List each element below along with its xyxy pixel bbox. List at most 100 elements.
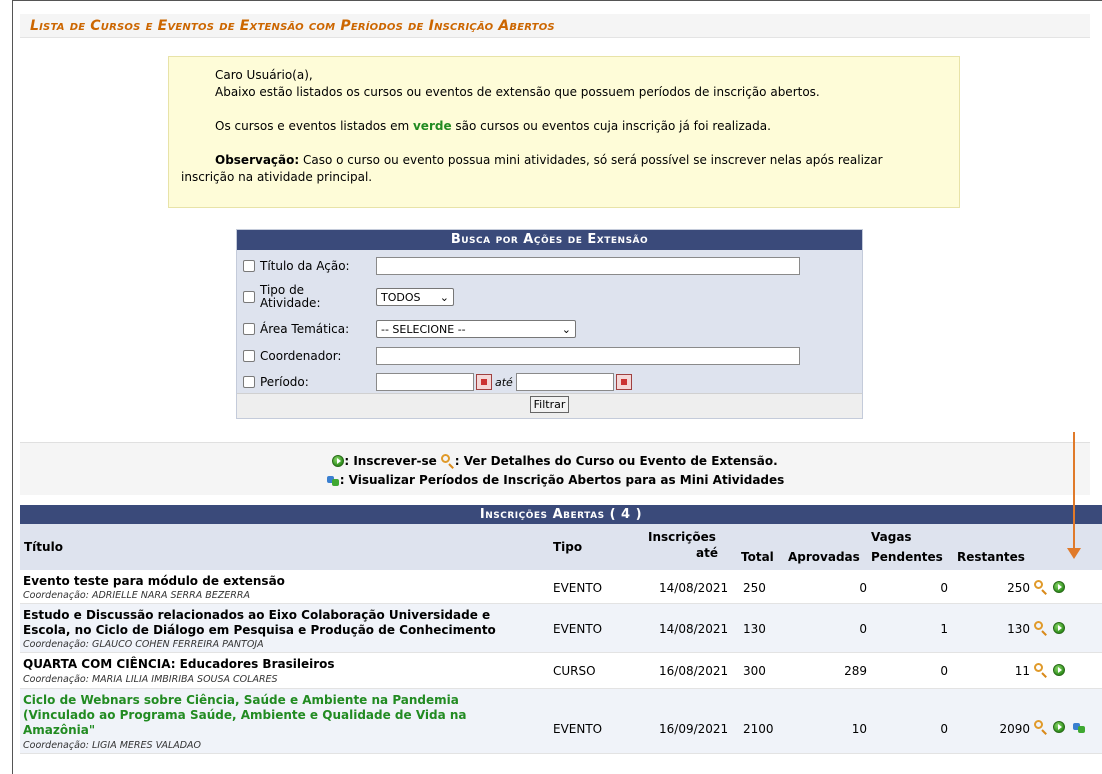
enroll-icon — [332, 455, 345, 467]
row-title[interactable]: Evento teste para módulo de extensão — [23, 574, 533, 589]
chevron-down-icon: ⌄ — [439, 290, 449, 304]
periodo-start-input[interactable] — [376, 373, 474, 391]
notice-greeting: Caro Usuário(a), — [215, 68, 313, 82]
tipo-checkbox[interactable] — [243, 291, 255, 303]
row-title-line: QUARTA COM CIÊNCIA: Educadores Brasileir… — [23, 657, 335, 671]
coordenador-checkbox[interactable] — [243, 350, 255, 362]
row-title-line: Evento teste para módulo de extensão — [23, 574, 285, 588]
notice-line1: Abaixo estão listados os cursos ou event… — [215, 85, 820, 99]
notice-observation: Observação: Caso o curso ou evento possu… — [181, 152, 947, 169]
row-coordenacao: Coordenação: LIGIA MERES VALADAO — [23, 740, 202, 751]
row-data: 16/08/2021 — [659, 664, 729, 678]
enroll-icon[interactable] — [1053, 581, 1065, 593]
row-pendentes: 0 — [940, 581, 948, 595]
filter-button[interactable]: Filtrar — [529, 396, 570, 413]
col-inscricoes: Inscrições — [648, 530, 716, 544]
notice-green-word: verde — [412, 119, 452, 133]
row-aprovadas: 0 — [859, 622, 867, 636]
chevron-down-icon: ⌄ — [561, 322, 571, 336]
periodo-label: Período: — [260, 374, 309, 389]
legend-detalhes: : Ver Detalhes do Curso ou Evento de Ext… — [454, 454, 778, 468]
row-restantes: 250 — [1007, 581, 1030, 595]
notice-line2-pre: Os cursos e eventos listados em — [215, 119, 413, 133]
table-header: Título Tipo Inscrições até Vagas Total A… — [20, 524, 1102, 570]
periodo-checkbox[interactable] — [243, 376, 255, 388]
magnifier-icon[interactable] — [1034, 720, 1048, 734]
table-row: QUARTA COM CIÊNCIA: Educadores Brasileir… — [20, 653, 1102, 689]
row-tipo: EVENTO — [553, 581, 603, 595]
notice-box: Caro Usuário(a), Abaixo estão listados o… — [168, 56, 960, 208]
mini-activities-icon[interactable] — [1072, 720, 1086, 734]
search-caption: Busca por Ações de Extensão — [237, 230, 862, 250]
search-form: Busca por Ações de Extensão Título da Aç… — [236, 229, 863, 419]
titulo-input[interactable] — [376, 257, 800, 275]
area-label: Área Temática: — [260, 321, 350, 336]
area-select-value: -- SELECIONE -- — [381, 322, 466, 336]
page-title: Lista de Cursos e Eventos de Extensão co… — [20, 14, 1090, 38]
mini-activities-icon — [326, 473, 340, 487]
row-coordenacao: Coordenação: GLAUCO COHEN FERREIRA PANTO… — [23, 639, 264, 650]
col-vagas: Vagas — [871, 530, 912, 544]
results-caption: Inscrições Abertas ( 4 ) — [20, 505, 1102, 524]
legend-line2: : Visualizar Períodos de Inscrição Abert… — [20, 471, 1090, 489]
col-titulo: Título — [24, 540, 63, 554]
area-select[interactable]: -- SELECIONE -- ⌄ — [376, 320, 576, 338]
legend: : Inscrever-se : Ver Detalhes do Curso o… — [20, 442, 1090, 495]
row-aprovadas: 0 — [859, 581, 867, 595]
coordenador-label: Coordenador: — [260, 348, 342, 363]
magnifier-icon[interactable] — [1034, 580, 1048, 594]
row-data: 14/08/2021 — [659, 581, 729, 595]
tipo-select-value: TODOS — [381, 290, 421, 304]
filter-bar: Filtrar — [237, 393, 862, 418]
search-row-coordenador: Coordenador: — [243, 345, 800, 367]
col-total: Total — [741, 550, 774, 564]
row-title[interactable]: Estudo e Discussão relacionados ao Eixo … — [23, 608, 533, 638]
tipo-label: Tipo de Atividade: — [260, 283, 321, 310]
table-row: Ciclo de Webnars sobre Ciência, Saúde e … — [20, 689, 1102, 754]
enroll-icon[interactable] — [1053, 721, 1065, 733]
table-row: Estudo e Discussão relacionados ao Eixo … — [20, 604, 1102, 653]
periodo-end-input[interactable] — [515, 373, 614, 391]
annotation-arrow — [1073, 432, 1075, 552]
search-row-periodo: Período: até — [243, 371, 632, 393]
calendar-icon[interactable] — [476, 374, 492, 390]
row-total: 300 — [743, 664, 766, 678]
coordenador-input[interactable] — [376, 347, 800, 365]
enroll-icon[interactable] — [1053, 664, 1065, 676]
row-title-line: Escola, no Ciclo de Diálogo em Pesquisa … — [23, 623, 496, 637]
calendar-icon[interactable] — [615, 374, 632, 390]
row-coordenacao: Coordenação: ADRIELLE NARA SERRA BEZERRA — [23, 590, 250, 601]
row-title-line: Estudo e Discussão relacionados ao Eixo … — [23, 608, 491, 622]
row-tipo: EVENTO — [553, 622, 603, 636]
magnifier-icon[interactable] — [1034, 663, 1048, 677]
col-ate: até — [696, 546, 718, 560]
annotation-arrowhead — [1067, 548, 1081, 559]
col-pendentes: Pendentes — [871, 550, 943, 564]
row-aprovadas: 10 — [851, 722, 867, 736]
notice-line2: Os cursos e eventos listados em verde sã… — [181, 118, 947, 135]
row-total: 130 — [743, 622, 766, 636]
row-pendentes: 0 — [940, 722, 948, 736]
notice-obs-label: Observação: — [215, 153, 300, 167]
magnifier-icon[interactable] — [1034, 621, 1048, 635]
legend-inscrever: : Inscrever-se — [344, 454, 437, 468]
row-title-line: Amazônia" — [23, 723, 96, 737]
tipo-select[interactable]: TODOS ⌄ — [376, 288, 454, 306]
row-title[interactable]: Ciclo de Webnars sobre Ciência, Saúde e … — [23, 693, 533, 738]
row-pendentes: 0 — [940, 664, 948, 678]
row-title[interactable]: QUARTA COM CIÊNCIA: Educadores Brasileir… — [23, 657, 533, 672]
notice-line2-post: são cursos ou eventos cuja inscrição já … — [451, 119, 771, 133]
row-restantes: 11 — [1014, 664, 1030, 678]
row-restantes: 130 — [1007, 622, 1030, 636]
col-restantes: Restantes — [957, 550, 1025, 564]
area-checkbox[interactable] — [243, 323, 255, 335]
row-data: 14/08/2021 — [659, 622, 729, 636]
col-aprovadas: Aprovadas — [788, 550, 860, 564]
table-row: Evento teste para módulo de extensão Coo… — [20, 570, 1102, 604]
search-row-tipo: Tipo de Atividade: TODOS ⌄ — [243, 282, 454, 312]
titulo-checkbox[interactable] — [243, 260, 255, 272]
enroll-icon[interactable] — [1053, 622, 1065, 634]
row-total: 250 — [743, 581, 766, 595]
row-coordenacao: Coordenação: MARIA LILIA IMBIRIBA SOUSA … — [23, 674, 278, 685]
col-tipo: Tipo — [553, 540, 583, 554]
